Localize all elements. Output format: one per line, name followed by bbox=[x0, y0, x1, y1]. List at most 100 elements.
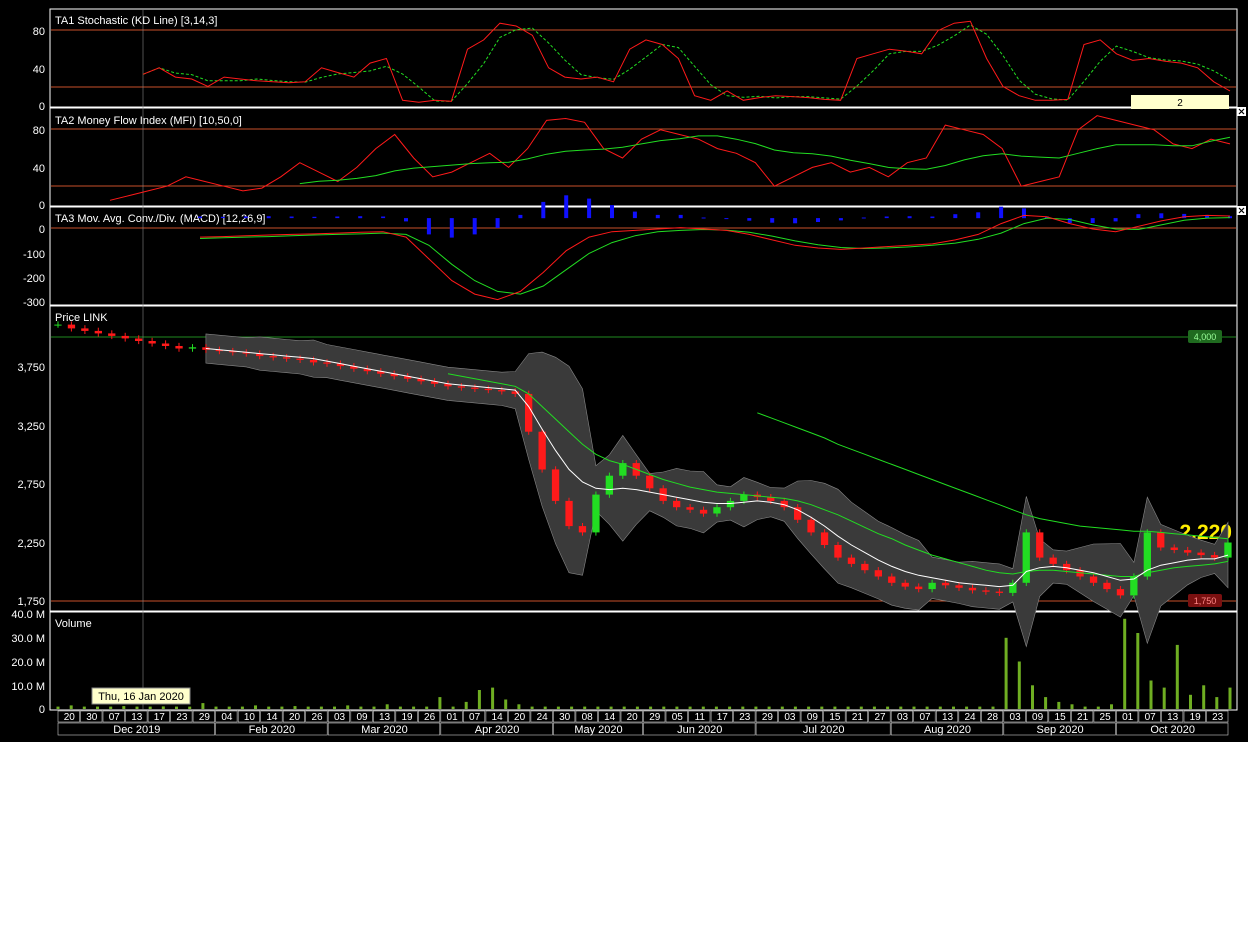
x-day-label: 26 bbox=[311, 712, 323, 723]
x-day-label: 01 bbox=[1122, 712, 1134, 723]
candle-body bbox=[686, 507, 694, 510]
volume-bar bbox=[1202, 685, 1206, 710]
volume-bar bbox=[1044, 697, 1048, 709]
x-month-label: Dec 2019 bbox=[113, 724, 160, 736]
macd-histogram-bar bbox=[1090, 218, 1095, 223]
candle-body bbox=[148, 341, 156, 344]
macd-histogram-bar bbox=[541, 201, 546, 219]
x-day-label: 09 bbox=[356, 712, 368, 723]
candle-body bbox=[323, 362, 331, 364]
macd-histogram-bar bbox=[1159, 213, 1164, 219]
x-day-label: 24 bbox=[537, 712, 549, 723]
volume-bar bbox=[372, 706, 376, 709]
volume-bar bbox=[622, 706, 626, 709]
volume-bar bbox=[952, 706, 955, 709]
volume-bar bbox=[82, 706, 86, 709]
x-day-label: 29 bbox=[199, 712, 211, 723]
volume-bar bbox=[570, 706, 574, 709]
volume-bar bbox=[965, 706, 969, 709]
candle-body bbox=[1009, 582, 1017, 593]
volume-bar bbox=[56, 706, 60, 709]
x-day-label: 09 bbox=[807, 712, 819, 723]
volume-bar bbox=[1057, 701, 1061, 709]
candle-body bbox=[296, 358, 304, 360]
macd-histogram-bar bbox=[404, 218, 408, 222]
x-day-label: 23 bbox=[739, 712, 751, 723]
x-day-label: 11 bbox=[695, 712, 706, 723]
candle-body bbox=[188, 347, 197, 349]
x-day-label: 25 bbox=[1100, 712, 1112, 723]
candle-body bbox=[955, 585, 963, 588]
x-day-label: 15 bbox=[829, 712, 841, 723]
volume-bar bbox=[754, 706, 758, 709]
candle-body bbox=[175, 346, 183, 349]
macd-histogram-bar bbox=[266, 216, 271, 219]
macd-histogram-bar bbox=[564, 195, 569, 219]
macd-histogram-bar bbox=[1022, 208, 1026, 219]
macd-histogram-bar bbox=[976, 212, 981, 219]
x-day-label: 01 bbox=[447, 712, 459, 723]
macd-histogram-bar bbox=[220, 216, 225, 219]
candle-body bbox=[525, 393, 533, 432]
candle-body bbox=[968, 587, 977, 591]
x-month-label: Aug 2020 bbox=[924, 724, 971, 736]
candle-body bbox=[578, 526, 587, 533]
candle-body bbox=[471, 387, 479, 389]
candle-body bbox=[673, 500, 681, 508]
x-day-label: 15 bbox=[1055, 712, 1067, 723]
x-day-label: 28 bbox=[987, 712, 999, 723]
volume-bar bbox=[254, 705, 257, 709]
x-day-label: 13 bbox=[131, 712, 143, 723]
candle-body bbox=[847, 557, 856, 564]
candle-body bbox=[726, 500, 735, 508]
macd-histogram-bar bbox=[426, 218, 431, 235]
volume-bar bbox=[161, 706, 165, 709]
volume-bar bbox=[872, 706, 876, 709]
volume-bar bbox=[464, 701, 468, 709]
x-day-label: 13 bbox=[1167, 712, 1179, 723]
volume-bar bbox=[1189, 694, 1192, 710]
price-tick: 1,750 bbox=[17, 596, 45, 608]
price-series bbox=[54, 321, 1232, 648]
stoch-badge-value: 2 bbox=[1177, 98, 1183, 109]
volume-bar bbox=[820, 706, 824, 709]
volume-bar bbox=[938, 706, 942, 709]
candle-body bbox=[1157, 532, 1165, 548]
candle-body bbox=[646, 475, 654, 489]
volume-bar bbox=[925, 706, 929, 709]
x-day-label: 19 bbox=[1190, 712, 1202, 723]
candle-body bbox=[834, 545, 842, 558]
volume-bar bbox=[517, 704, 521, 710]
candle-body bbox=[498, 390, 506, 392]
macd-histogram-bar bbox=[747, 218, 752, 221]
bollinger-band bbox=[205, 333, 1229, 648]
stoch-tick: 0 bbox=[39, 101, 45, 113]
macd-series bbox=[198, 195, 1232, 301]
volume-bar bbox=[912, 706, 916, 709]
macd-histogram-bar bbox=[472, 218, 477, 235]
close-icon[interactable] bbox=[1237, 206, 1246, 215]
volume-bar bbox=[1004, 637, 1008, 710]
volume-bar bbox=[1096, 706, 1100, 709]
macd-histogram-bar bbox=[243, 216, 248, 219]
x-day-label: 03 bbox=[897, 712, 909, 723]
x-day-label: 20 bbox=[64, 712, 76, 723]
x-day-label: 29 bbox=[762, 712, 774, 723]
volume-bar bbox=[899, 706, 903, 709]
volume-tick: 30.0 M bbox=[11, 633, 45, 645]
volume-bar bbox=[1175, 644, 1179, 709]
x-day-label: 03 bbox=[784, 712, 796, 723]
volume-bar bbox=[438, 697, 442, 709]
volume-bar bbox=[543, 706, 547, 709]
x-day-label: 30 bbox=[559, 712, 571, 723]
close-icon[interactable] bbox=[1237, 107, 1246, 116]
volume-bar bbox=[491, 687, 495, 709]
candle-body bbox=[995, 591, 1003, 593]
x-month-label: Apr 2020 bbox=[475, 724, 520, 736]
price-tick: 3,250 bbox=[17, 421, 45, 433]
date-tooltip-text: Thu, 16 Jan 2020 bbox=[98, 691, 184, 703]
volume-tick: 10.0 M bbox=[11, 681, 45, 693]
volume-bar bbox=[1215, 697, 1219, 709]
macd-histogram-bar bbox=[1113, 218, 1118, 222]
macd-histogram-bar bbox=[907, 216, 912, 219]
